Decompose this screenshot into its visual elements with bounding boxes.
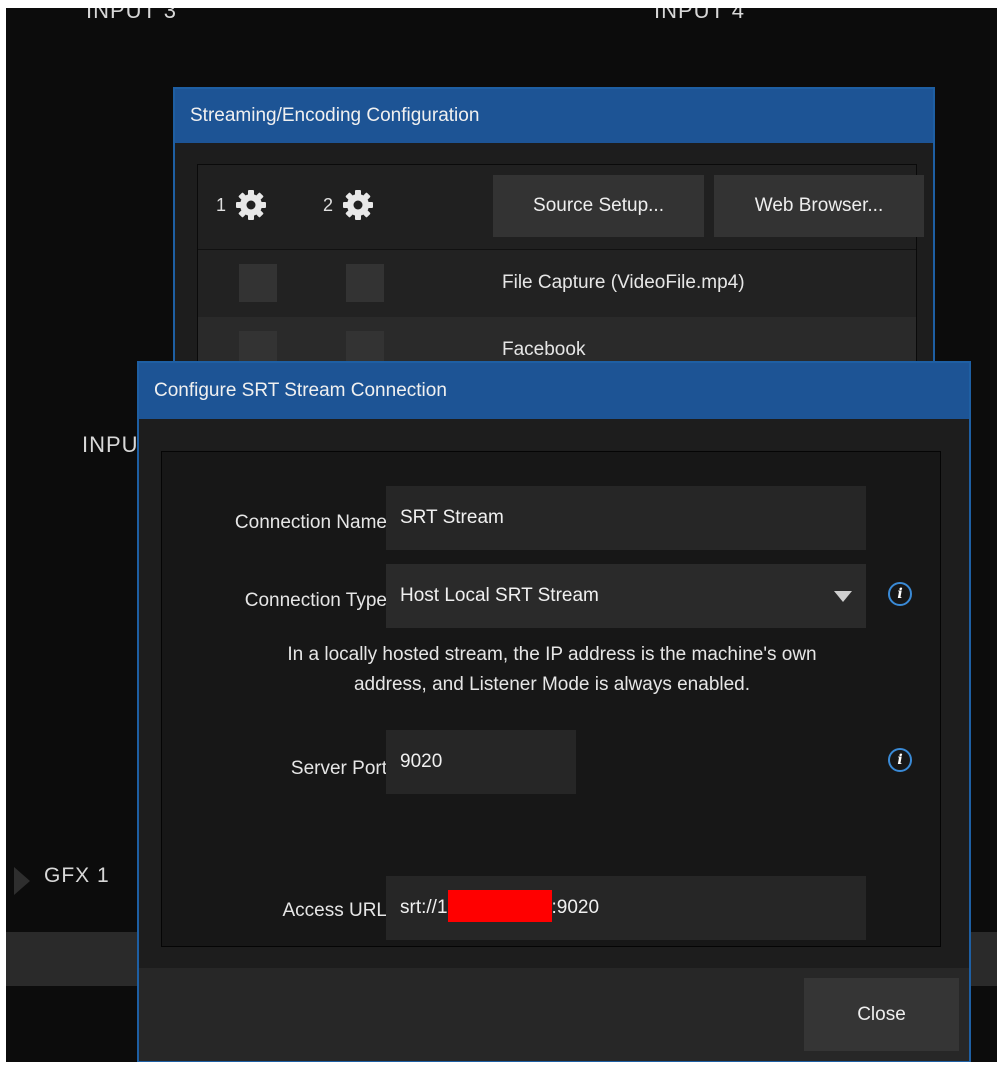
streaming-dialog-title: Streaming/Encoding Configuration — [175, 89, 933, 143]
connection-name-input[interactable]: SRT Stream — [386, 486, 866, 550]
srt-dialog-footer: Close — [139, 968, 969, 1061]
streaming-header: 1 2 Source Setup... Web Browser... — [198, 165, 924, 250]
gfx1-label: GFX 1 — [44, 864, 110, 887]
srt-form-panel: Connection Name SRT Stream Connection Ty… — [161, 451, 941, 947]
connection-help-text: In a locally hosted stream, the IP addre… — [287, 644, 817, 695]
app-background: INPUT 3 INPUT 4 INPU GFX 1 Streaming/Enc… — [6, 8, 997, 1062]
input4-label: INPUT 4 — [654, 8, 745, 23]
access-url-label: Access URL — [282, 900, 387, 921]
source-setup-button[interactable]: Source Setup... — [493, 175, 704, 237]
output1-gear-icon[interactable] — [231, 185, 271, 225]
connection-name-label: Connection Name — [234, 512, 387, 533]
access-url-suffix: :9020 — [551, 897, 600, 918]
output2-number: 2 — [323, 195, 334, 215]
redaction-block — [447, 889, 552, 922]
access-url-field[interactable]: srt://1 :9020 — [386, 876, 866, 940]
srt-dialog-title: Configure SRT Stream Connection — [139, 363, 969, 419]
connection-type-value: Host Local SRT Stream — [400, 585, 599, 606]
server-port-input[interactable]: 9020 — [386, 730, 576, 794]
dropdown-arrow-icon — [834, 591, 852, 602]
streaming-config-dialog: Streaming/Encoding Configuration 1 2 Sou… — [173, 87, 935, 426]
connection-type-select[interactable]: Host Local SRT Stream — [386, 564, 866, 628]
stream-row[interactable]: File Capture (VideoFile.mp4) — [198, 250, 916, 317]
input-partial-label: INPU — [82, 432, 139, 457]
srt-config-dialog: Configure SRT Stream Connection Connecti… — [137, 361, 971, 1062]
input3-label: INPUT 3 — [86, 8, 177, 23]
info-icon[interactable]: i — [888, 582, 912, 606]
info-icon[interactable]: i — [888, 748, 912, 772]
stream-row-label: File Capture (VideoFile.mp4) — [502, 272, 745, 293]
gfx-play-arrow-icon — [14, 867, 30, 895]
output2-gear-icon[interactable] — [338, 185, 378, 225]
close-button[interactable]: Close — [804, 978, 959, 1051]
web-browser-button[interactable]: Web Browser... — [714, 175, 924, 237]
output1-checkbox[interactable] — [239, 264, 277, 302]
stream-row-label: Facebook — [502, 339, 586, 360]
connection-type-label: Connection Type — [244, 590, 387, 611]
output2-checkbox[interactable] — [346, 264, 384, 302]
output1-number: 1 — [216, 195, 227, 215]
access-url-prefix: srt://1 — [400, 897, 448, 918]
server-port-label: Server Port — [290, 758, 387, 779]
